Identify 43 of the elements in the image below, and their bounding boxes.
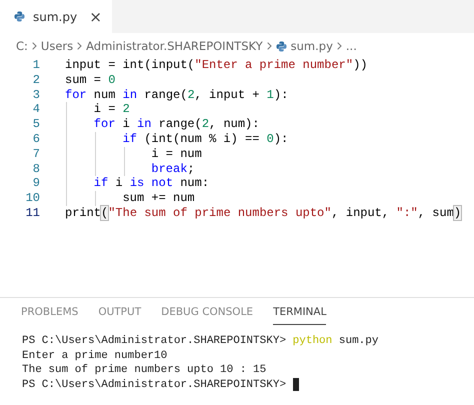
breadcrumb-item[interactable]: ...	[346, 39, 357, 53]
panel-tab[interactable]: DEBUG CONSOLE	[161, 306, 254, 325]
terminal-line: Enter a prime number10	[22, 348, 168, 363]
panel-tab[interactable]: TERMINAL	[273, 306, 326, 325]
line-number: 1	[32, 58, 40, 73]
line-number: 5	[32, 117, 40, 132]
code-line: i = 2	[94, 102, 130, 118]
breadcrumb-item[interactable]: Administrator.SHAREPOINTSKY	[86, 39, 263, 53]
code-line: input = int(input("Enter a prime number"))	[65, 58, 368, 73]
line-number: 8	[32, 162, 40, 176]
code-line: i = num	[151, 146, 202, 162]
panel-tab[interactable]: OUTPUT	[98, 306, 142, 325]
line-number: 10	[24, 191, 40, 206]
line-number: 7	[32, 146, 40, 162]
line-number: 9	[32, 176, 40, 192]
close-button[interactable]: ×	[89, 8, 102, 26]
code-line: if i is not num:	[94, 176, 210, 192]
breadcrumb-item[interactable]: sum.py	[276, 39, 333, 53]
breadcrumb-item[interactable]: C:	[16, 39, 28, 53]
line-number: 6	[32, 132, 40, 147]
breadcrumb-item[interactable]: Users	[40, 39, 74, 53]
chevron-icon	[32, 42, 37, 50]
line-number: 4	[32, 102, 40, 118]
terminal-line: PS C:\Users\Administrator.SHAREPOINTSKY>	[22, 378, 288, 392]
breadcrumb-label: sum.py	[290, 39, 333, 53]
line-number: 3	[32, 88, 40, 102]
chevron-icon	[266, 42, 272, 50]
line-number: 11	[24, 206, 40, 221]
code-line: sum = 0	[65, 72, 116, 88]
chevron-icon	[77, 42, 82, 50]
code-line: sum += num	[122, 191, 195, 206]
terminal-line: The sum of prime numbers upto 10 : 15	[22, 363, 266, 378]
code-line: for i in range(2, num):	[94, 117, 260, 132]
line-number: 2	[32, 72, 40, 88]
code-line: for num in range(2, input + 1):	[65, 88, 288, 102]
file-tab[interactable]: sum.py ×	[0, 0, 112, 33]
python-file-icon	[276, 40, 287, 52]
panel-tab[interactable]: PROBLEMS	[21, 306, 78, 325]
code-line: break;	[151, 162, 195, 176]
chevron-icon	[336, 42, 342, 50]
code-line: if (int(num % i) == 0):	[122, 132, 288, 147]
terminal-line: PS C:\Users\Administrator.SHAREPOINTSKY> python sum.py	[22, 334, 378, 348]
python-file-icon	[14, 11, 25, 22]
